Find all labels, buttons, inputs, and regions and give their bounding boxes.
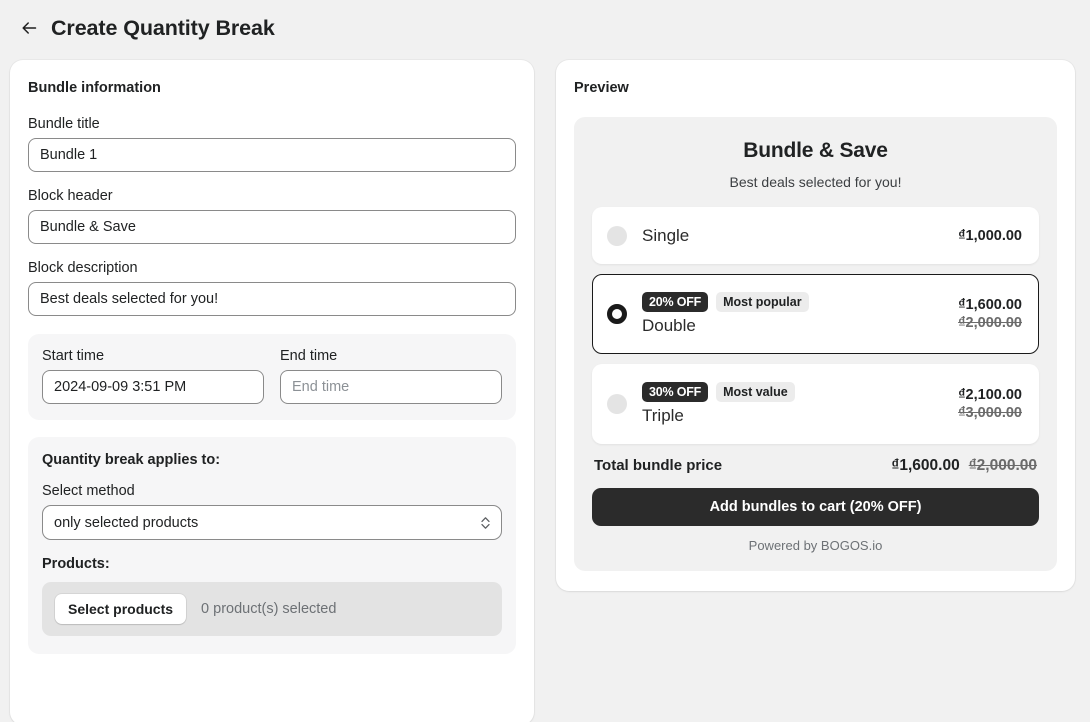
option-triple-name: Triple: [642, 406, 948, 426]
option-triple-price: ₫2,100.00: [958, 387, 1022, 403]
applies-to-title: Quantity break applies to:: [42, 452, 502, 468]
page-title: Create Quantity Break: [51, 16, 275, 41]
field-bundle-title: Bundle title: [28, 116, 516, 172]
option-single-body: Single: [642, 226, 948, 246]
add-bundles-to-cart-button[interactable]: Add bundles to cart (20% OFF): [592, 488, 1039, 526]
option-triple-tag-badge: Most value: [716, 382, 795, 402]
schedule-row: Start time End time: [42, 348, 502, 404]
preview-card: Preview Bundle & Save Best deals selecte…: [556, 60, 1075, 591]
option-triple-body: 30% OFF Most value Triple: [642, 382, 948, 426]
option-double-badges: 20% OFF Most popular: [642, 292, 948, 312]
powered-by-label: Powered by BOGOS.io: [592, 538, 1039, 553]
products-selected-count: 0 product(s) selected: [201, 601, 336, 617]
start-time-label: Start time: [42, 348, 264, 364]
block-description-label: Block description: [28, 260, 516, 276]
option-single-price: ₫1,000.00: [958, 228, 1022, 244]
schedule-panel: Start time End time: [28, 334, 516, 420]
bundle-title-input[interactable]: [28, 138, 516, 172]
total-bundle-price-label: Total bundle price: [594, 457, 722, 474]
end-time-input[interactable]: [280, 370, 502, 404]
main-layout: Bundle information Bundle title Block he…: [0, 47, 1090, 722]
end-time-label: End time: [280, 348, 502, 364]
applies-to-panel: Quantity break applies to: Select method…: [28, 437, 516, 654]
bundle-information-card: Bundle information Bundle title Block he…: [10, 60, 534, 722]
option-single-name: Single: [642, 226, 948, 246]
preview-title: Preview: [574, 80, 1057, 96]
bundle-widget-preview: Bundle & Save Best deals selected for yo…: [574, 117, 1057, 571]
select-method-dropdown[interactable]: only selected products: [42, 505, 502, 540]
bundle-option-double[interactable]: 20% OFF Most popular Double ₫1,600.00 ₫2…: [592, 274, 1039, 354]
option-triple-prices: ₫2,100.00 ₫3,000.00: [948, 387, 1022, 421]
option-double-tag-badge: Most popular: [716, 292, 808, 312]
widget-heading: Bundle & Save: [592, 139, 1039, 163]
option-double-price: ₫1,600.00: [958, 297, 1022, 313]
radio-double[interactable]: [607, 304, 627, 324]
total-bundle-price-value: ₫1,600.00: [891, 457, 959, 475]
select-method-label: Select method: [42, 483, 502, 499]
block-header-input[interactable]: [28, 210, 516, 244]
radio-triple[interactable]: [607, 394, 627, 414]
field-block-header: Block header: [28, 188, 516, 244]
option-double-name: Double: [642, 316, 948, 336]
start-time-input[interactable]: [42, 370, 264, 404]
option-triple-compare-price: ₫3,000.00: [958, 405, 1022, 421]
select-method-wrapper: only selected products: [42, 505, 502, 540]
total-bundle-price-values: ₫1,600.00 ₫2,000.00: [891, 457, 1037, 475]
option-double-prices: ₫1,600.00 ₫2,000.00: [948, 297, 1022, 331]
field-block-description: Block description: [28, 260, 516, 316]
select-products-button[interactable]: Select products: [55, 594, 186, 624]
arrow-left-icon[interactable]: [18, 17, 40, 39]
option-single-prices: ₫1,000.00: [948, 228, 1022, 244]
field-start-time: Start time: [42, 348, 264, 404]
option-triple-badges: 30% OFF Most value: [642, 382, 948, 402]
radio-single[interactable]: [607, 226, 627, 246]
field-end-time: End time: [280, 348, 502, 404]
total-bundle-compare-price: ₫2,000.00: [969, 457, 1037, 475]
bundle-option-triple[interactable]: 30% OFF Most value Triple ₫2,100.00 ₫3,0…: [592, 364, 1039, 444]
products-label: Products:: [42, 556, 502, 572]
option-double-discount-badge: 20% OFF: [642, 292, 708, 312]
option-double-body: 20% OFF Most popular Double: [642, 292, 948, 336]
block-description-input[interactable]: [28, 282, 516, 316]
bundle-option-single[interactable]: Single ₫1,000.00: [592, 207, 1039, 264]
widget-subheading: Best deals selected for you!: [592, 174, 1039, 190]
page-header: Create Quantity Break: [0, 0, 1090, 47]
total-bundle-price-row: Total bundle price ₫1,600.00 ₫2,000.00: [594, 457, 1037, 475]
option-double-compare-price: ₫2,000.00: [958, 315, 1022, 331]
block-header-label: Block header: [28, 188, 516, 204]
bundle-title-label: Bundle title: [28, 116, 516, 132]
products-selection-box: Select products 0 product(s) selected: [42, 582, 502, 636]
option-triple-discount-badge: 30% OFF: [642, 382, 708, 402]
bundle-information-title: Bundle information: [28, 80, 516, 96]
